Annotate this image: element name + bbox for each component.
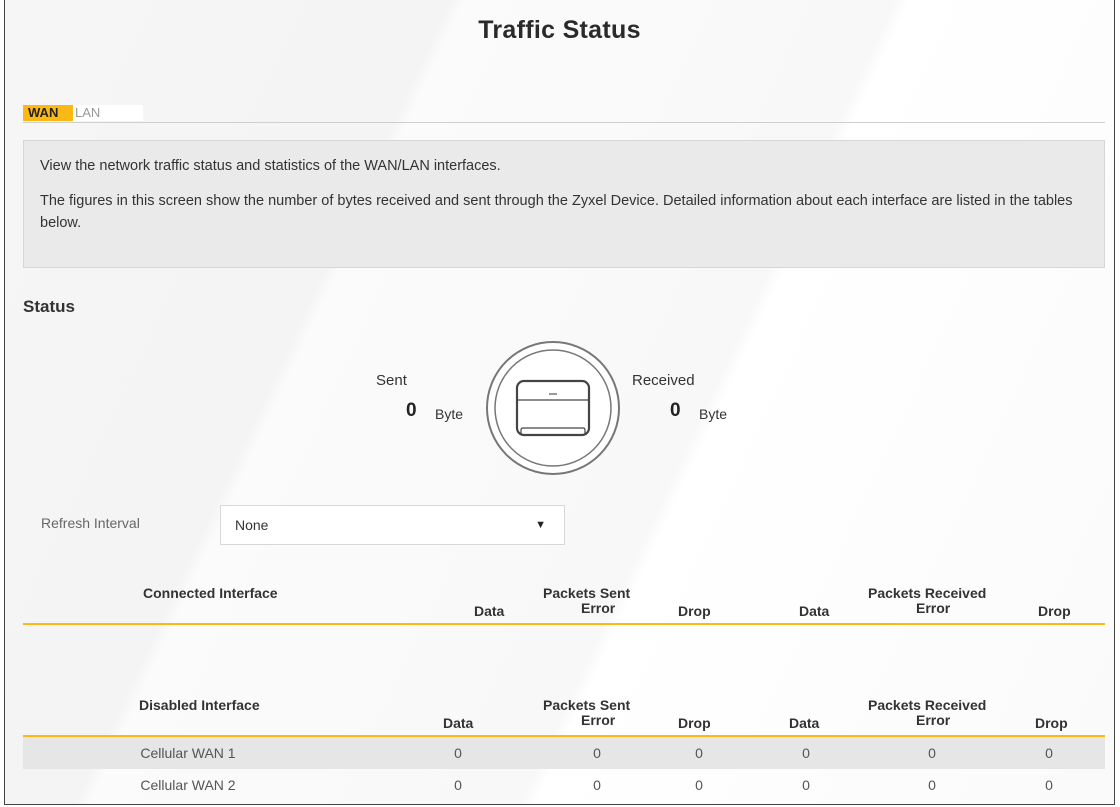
router-device-icon	[483, 338, 623, 478]
refresh-interval-label: Refresh Interval	[41, 515, 140, 531]
connected-col-recv-error: Error	[916, 600, 951, 616]
connected-col-recv-drop: Drop	[1038, 603, 1071, 619]
connected-interface-title: Connected Interface	[143, 585, 278, 601]
recv-data-cell: 0	[802, 745, 810, 761]
table-row: Cellular WAN 2 0 0 0 0 0 0	[23, 769, 1105, 801]
received-value: 0	[670, 400, 681, 421]
refresh-interval-select[interactable]: None ▼	[220, 505, 565, 545]
traffic-status-panel: Traffic Status WAN LAN View the network …	[4, 0, 1115, 805]
recv-data-cell: 0	[802, 777, 810, 793]
connected-col-sent-error: Error	[581, 600, 616, 616]
chevron-down-icon: ▼	[535, 519, 546, 531]
disabled-col-recv-drop: Drop	[1035, 715, 1068, 731]
received-label: Received	[632, 372, 695, 389]
description-box: View the network traffic status and stat…	[23, 140, 1105, 268]
disabled-col-sent-error: Error	[581, 712, 616, 728]
recv-drop-cell: 0	[1045, 777, 1053, 793]
refresh-interval-value: None	[235, 517, 269, 533]
disabled-packets-received-group: Packets Received	[868, 697, 987, 713]
interface-name: Cellular WAN 2	[140, 777, 236, 793]
connected-col-recv-data: Data	[799, 603, 830, 619]
sent-value: 0	[406, 400, 417, 421]
sent-data-cell: 0	[454, 777, 462, 793]
description-line-1: View the network traffic status and stat…	[40, 158, 501, 174]
disabled-col-recv-data: Data	[789, 715, 820, 731]
sent-error-cell: 0	[593, 777, 601, 793]
sent-drop-cell: 0	[695, 777, 703, 793]
received-unit: Byte	[699, 406, 728, 422]
disabled-table-header: Disabled Interface Packets Sent Packets …	[23, 695, 1105, 735]
disabled-interface-title: Disabled Interface	[139, 697, 260, 713]
sent-label: Sent	[376, 372, 407, 389]
sent-data-cell: 0	[454, 745, 462, 761]
status-section-title: Status	[23, 297, 75, 316]
recv-error-cell: 0	[928, 777, 936, 793]
disabled-col-sent-data: Data	[443, 715, 474, 731]
page-title: Traffic Status	[478, 16, 641, 44]
sent-drop-cell: 0	[695, 745, 703, 761]
sent-error-cell: 0	[593, 745, 601, 761]
interface-name: Cellular WAN 1	[140, 745, 236, 761]
sent-unit: Byte	[435, 406, 464, 422]
tab-bar: WAN LAN	[23, 105, 1105, 123]
recv-drop-cell: 0	[1045, 745, 1053, 761]
tab-lan[interactable]: LAN	[73, 105, 143, 121]
connected-packets-received-group: Packets Received	[868, 585, 987, 601]
table-row: Cellular WAN 1 0 0 0 0 0 0	[23, 737, 1105, 769]
connected-col-sent-drop: Drop	[678, 603, 711, 619]
disabled-col-recv-error: Error	[916, 712, 951, 728]
disabled-col-sent-drop: Drop	[678, 715, 711, 731]
disabled-packets-sent-group: Packets Sent	[543, 697, 631, 713]
connected-table-header: Connected Interface Packets Sent Packets…	[23, 583, 1105, 623]
connected-col-sent-data: Data	[474, 603, 505, 619]
connected-packets-sent-group: Packets Sent	[543, 585, 631, 601]
recv-error-cell: 0	[928, 745, 936, 761]
tab-wan[interactable]: WAN	[23, 105, 73, 121]
description-line-2: The figures in this screen show the numb…	[40, 193, 1073, 231]
connected-table-divider	[23, 623, 1105, 625]
